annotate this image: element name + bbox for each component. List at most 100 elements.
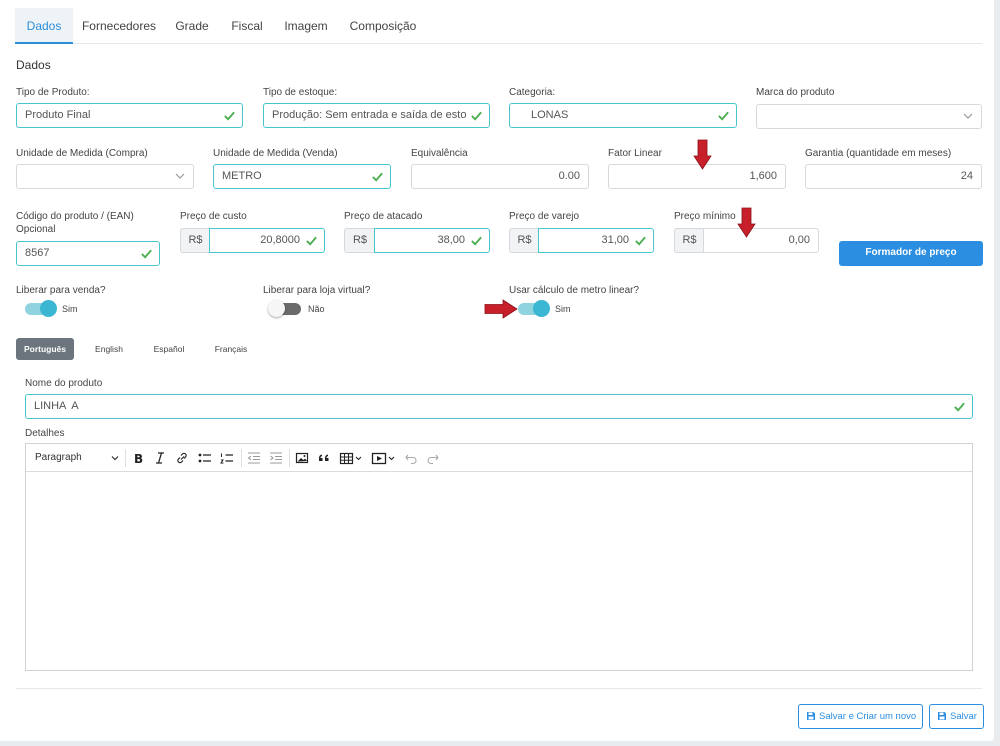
check-icon — [372, 172, 383, 182]
categoria-label: Categoria: — [509, 87, 556, 98]
image-icon — [295, 452, 309, 464]
editor-content-area[interactable] — [26, 473, 972, 670]
bold-button[interactable]: B — [131, 450, 145, 466]
image-button[interactable] — [295, 450, 309, 466]
save-button[interactable]: Salvar — [929, 704, 984, 729]
toggle-knob — [40, 300, 57, 317]
nome-produto-input[interactable]: LINHA A — [25, 394, 973, 419]
tab-fornecedores[interactable]: Fornecedores — [77, 8, 161, 44]
liberar-venda-label: Liberar para venda? — [16, 285, 106, 296]
numbered-list-icon — [220, 453, 233, 464]
codigo-input[interactable]: 8567 — [16, 241, 160, 266]
check-icon — [471, 236, 482, 246]
undo-button[interactable] — [404, 450, 418, 466]
check-icon — [635, 236, 646, 246]
codigo-sublabel: Opcional — [16, 224, 56, 235]
garantia-input[interactable]: 24 — [805, 164, 982, 189]
undo-icon — [405, 454, 417, 465]
tipo-produto-select[interactable]: Produto Final — [16, 103, 243, 128]
paragraph-dropdown[interactable]: Paragraph — [35, 450, 119, 466]
outdent-icon — [247, 452, 260, 464]
liberar-loja-toggle[interactable] — [268, 300, 301, 317]
marca-label: Marca do produto — [756, 87, 835, 98]
unidade-venda-select[interactable]: METRO — [213, 164, 391, 189]
lang-tab-portugues[interactable]: Português — [16, 338, 74, 360]
bulleted-list-button[interactable] — [197, 450, 213, 466]
product-form-card: Dados Fornecedores Grade Fiscal Imagem C… — [0, 0, 994, 741]
lang-tab-english[interactable]: English — [84, 338, 134, 360]
link-button[interactable] — [175, 450, 189, 466]
formador-preco-button[interactable]: Formador de preço — [839, 241, 983, 266]
preco-custo-label: Preço de custo — [180, 211, 247, 222]
numbered-list-button[interactable] — [219, 450, 235, 466]
save-icon — [807, 712, 815, 720]
unidade-venda-label: Unidade de Medida (Venda) — [213, 148, 338, 159]
bold-icon: B — [134, 452, 143, 466]
toolbar-divider — [125, 449, 126, 467]
toggle-knob — [533, 300, 550, 317]
tab-dados[interactable]: Dados — [15, 8, 73, 44]
redo-button[interactable] — [426, 450, 440, 466]
table-icon — [339, 452, 362, 465]
preco-varejo-value: 31,00 — [601, 234, 629, 246]
tab-imagem[interactable]: Imagem — [280, 8, 332, 44]
preco-minimo-input[interactable]: 0,00 — [703, 228, 819, 253]
liberar-venda-toggle[interactable] — [25, 300, 57, 317]
lang-tab-espanol[interactable]: Español — [143, 338, 195, 360]
garantia-value: 24 — [960, 170, 973, 182]
tipo-produto-label: Tipo de Produto: — [16, 87, 90, 98]
preco-minimo-value: 0,00 — [788, 234, 810, 246]
tipo-estoque-select[interactable]: Produção: Sem entrada e saída de estoque — [263, 103, 490, 128]
save-and-new-button[interactable]: Salvar e Criar um novo — [798, 704, 924, 729]
check-icon — [954, 402, 965, 412]
chevron-down-icon — [111, 456, 119, 461]
currency-addon: R$ — [509, 228, 539, 253]
italic-button[interactable] — [153, 450, 167, 466]
currency-addon: R$ — [180, 228, 210, 253]
metro-linear-label: Usar cálculo de metro linear? — [509, 285, 640, 296]
equivalencia-value: 0.00 — [558, 170, 580, 182]
check-icon — [306, 236, 317, 246]
save-and-new-label: Salvar e Criar um novo — [819, 711, 917, 722]
currency-addon: R$ — [674, 228, 704, 253]
tab-grade[interactable]: Grade — [170, 8, 214, 44]
paragraph-label: Paragraph — [35, 452, 82, 463]
metro-linear-toggle[interactable] — [518, 300, 550, 317]
preco-atacado-label: Preço de atacado — [344, 211, 423, 222]
unidade-venda-value: METRO — [222, 170, 262, 182]
metro-linear-state: Sim — [555, 304, 571, 314]
tab-fiscal[interactable]: Fiscal — [225, 8, 269, 44]
toolbar-divider — [241, 449, 242, 467]
chevron-down-icon — [175, 173, 185, 179]
preco-custo-input[interactable]: 20,8000 — [209, 228, 325, 253]
unidade-compra-select[interactable] — [16, 164, 194, 189]
bulleted-list-icon — [198, 453, 211, 463]
table-button[interactable] — [339, 450, 363, 466]
outdent-button[interactable] — [246, 450, 262, 466]
equivalencia-input[interactable]: 0.00 — [411, 164, 589, 189]
italic-icon — [156, 452, 164, 464]
toggle-knob — [268, 300, 285, 317]
preco-atacado-input[interactable]: 38,00 — [374, 228, 490, 253]
preco-varejo-input[interactable]: 31,00 — [538, 228, 654, 253]
media-button[interactable] — [371, 450, 397, 466]
marca-select[interactable] — [756, 104, 982, 129]
save-label: Salvar — [950, 711, 977, 722]
blockquote-button[interactable] — [317, 450, 331, 466]
toolbar-divider — [289, 449, 290, 467]
check-icon — [141, 249, 152, 259]
lang-tab-francais[interactable]: Français — [205, 338, 257, 360]
nome-produto-label: Nome do produto — [25, 378, 103, 389]
quote-icon — [319, 454, 329, 461]
arrow-down-annotation-icon — [693, 139, 712, 170]
liberar-loja-label: Liberar para loja virtual? — [263, 285, 371, 296]
chevron-down-icon — [963, 113, 973, 119]
garantia-label: Garantia (quantidade em meses) — [805, 148, 952, 159]
nome-produto-value: LINHA A — [34, 400, 79, 412]
section-title: Dados — [16, 58, 51, 72]
indent-button[interactable] — [268, 450, 284, 466]
tab-composicao[interactable]: Composição — [345, 8, 421, 44]
svg-text:B: B — [134, 452, 143, 466]
categoria-value: LONAS — [531, 109, 569, 121]
categoria-select[interactable]: LONAS — [509, 103, 737, 128]
